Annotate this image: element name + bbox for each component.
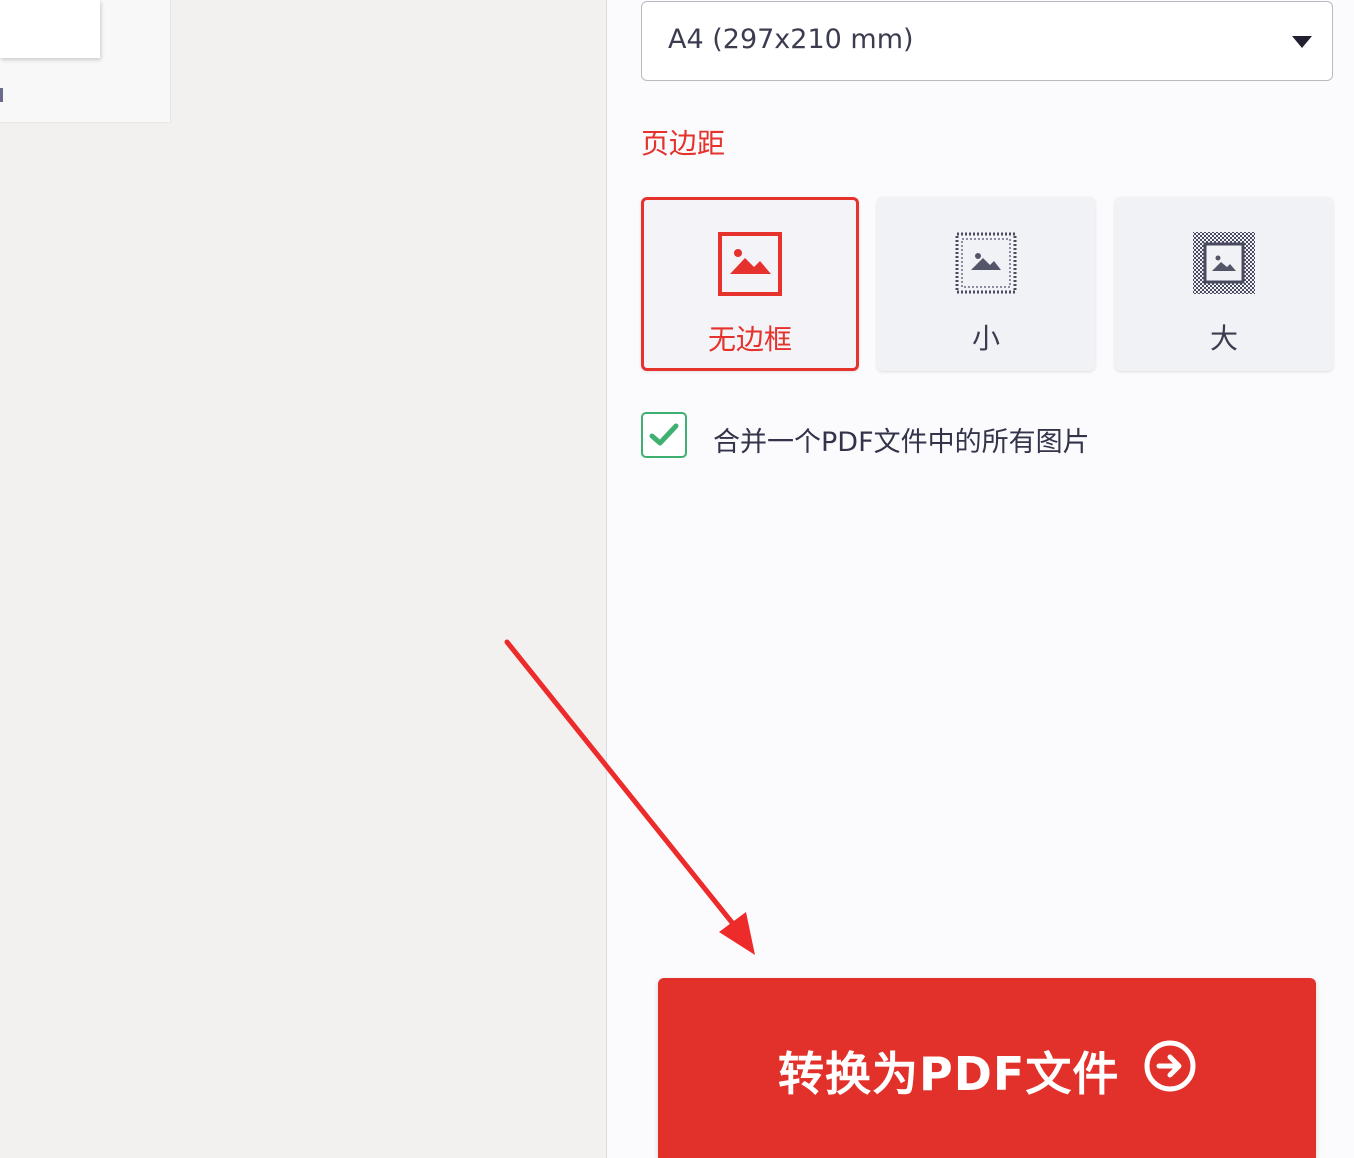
page-size-select[interactable]: A4 (297x210 mm): [641, 1, 1333, 81]
convert-to-pdf-button[interactable]: 转换为PDF文件: [658, 978, 1316, 1158]
margin-option-none[interactable]: 无边框: [641, 197, 859, 371]
merge-images-checkbox[interactable]: [641, 412, 687, 458]
image-small-margin-icon: [955, 232, 1017, 294]
checkmark-icon: [649, 423, 679, 446]
image-thumbnail-card[interactable]: [0, 0, 171, 123]
page-size-value: A4 (297x210 mm): [668, 24, 914, 55]
arrow-right-circle-icon: [1144, 1040, 1196, 1092]
margin-option-small[interactable]: 小: [877, 197, 1095, 371]
caret-down-icon[interactable]: [1292, 36, 1312, 48]
thumbnail-caption-fragment: [0, 88, 3, 102]
image-preview-pane: [0, 0, 606, 1158]
margin-option-small-label: 小: [971, 322, 1000, 355]
convert-button-label: 转换为PDF文件: [778, 1047, 1120, 1101]
margin-option-large[interactable]: 大: [1115, 197, 1333, 371]
image-no-border-icon: [718, 232, 782, 296]
margin-section-label: 页边距: [641, 127, 726, 160]
image-large-margin-icon: [1193, 232, 1255, 294]
image-thumbnail: [0, 0, 100, 58]
margin-option-none-label: 无边框: [707, 323, 792, 356]
margin-option-large-label: 大: [1209, 322, 1238, 355]
merge-images-label[interactable]: 合并一个PDF文件中的所有图片: [713, 420, 1090, 459]
